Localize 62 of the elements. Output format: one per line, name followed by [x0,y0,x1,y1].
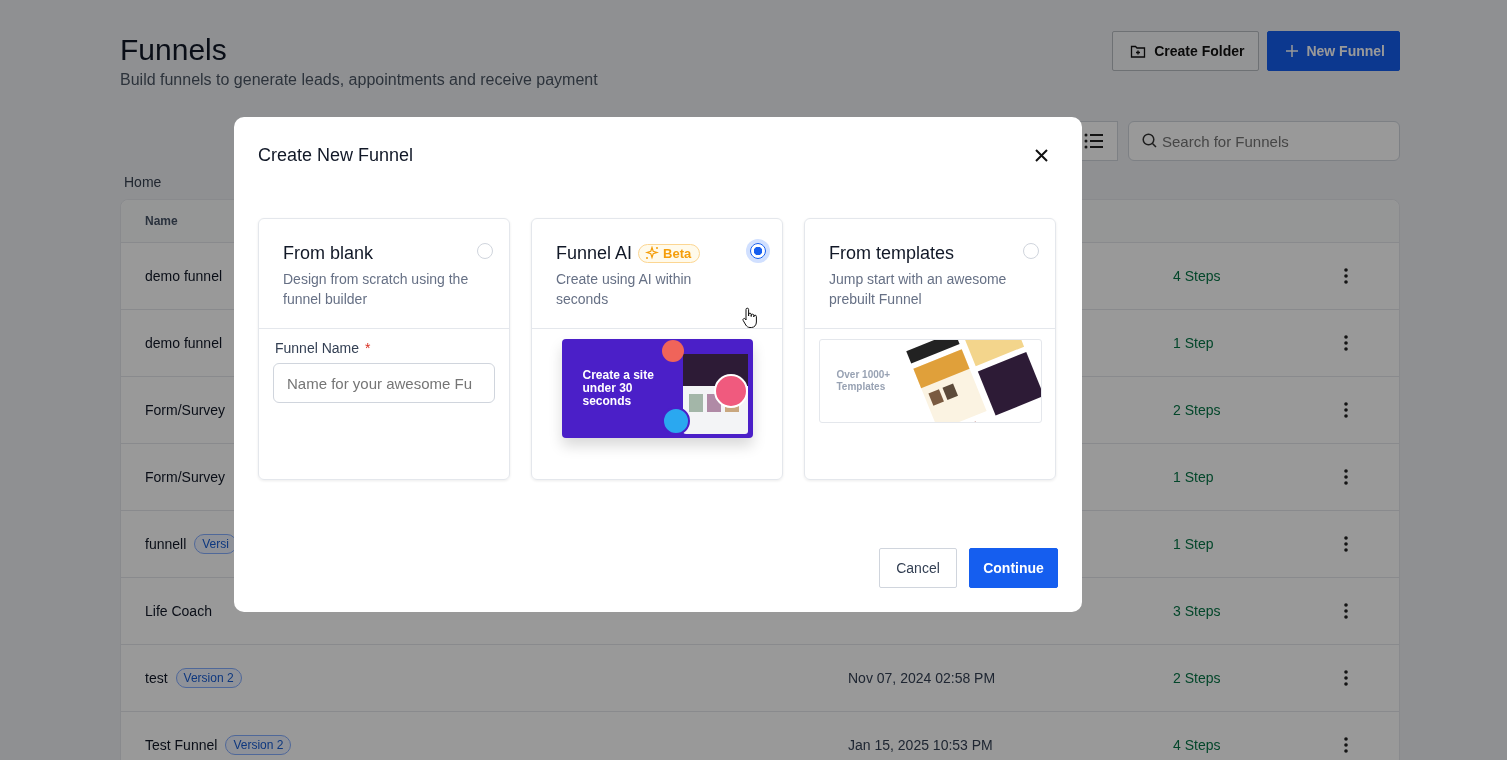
option-title: From blank [283,242,374,264]
version-badge: Version 2 [175,668,242,688]
templates-banner: Over 1000+ Templates [818,339,1042,423]
funnel-name[interactable]: Form/Survey [145,402,226,418]
page-title: Funnels [120,32,228,68]
step-count: 4 Steps [1173,268,1221,284]
funnel-name[interactable]: test [145,670,168,686]
more-icon[interactable] [1344,737,1348,753]
page-subtitle: Build funnels to generate leads, appointments and receive payment [120,71,598,89]
step-count: 4 Steps [1173,737,1221,753]
radio-button[interactable] [750,243,766,259]
list-icon [1084,133,1104,149]
close-icon[interactable] [1035,148,1048,162]
step-count: 2 Steps [1173,670,1221,686]
new-funnel-button[interactable]: New Funnel [1267,31,1400,71]
option-description: Create using AI within seconds [556,270,693,309]
plus-icon [1286,45,1299,57]
step-count: 1 Step [1173,469,1214,485]
funnel-name[interactable]: demo funnel [145,268,223,284]
breadcrumb[interactable]: Home [124,174,162,190]
folder-plus-icon [1130,43,1147,59]
more-icon[interactable] [1344,335,1348,351]
hand-cursor-icon [742,307,758,329]
dialog-title: Create New Funnel [258,144,414,166]
search-icon [1142,133,1157,148]
step-count: 1 Step [1173,536,1214,552]
option-description: Design from scratch using the funnel builder [283,270,470,309]
more-icon[interactable] [1344,603,1348,619]
option-card[interactable]: Funnel AI Beta Create using AI within seconds Create a site under 30 seconds [531,218,783,480]
search-field[interactable]: Search for Funnels [1128,121,1400,161]
more-icon[interactable] [1344,268,1348,284]
option-title: From templates [829,242,955,264]
funnel-name[interactable]: Life Coach [145,603,212,619]
funnel-name[interactable]: Form/Survey [145,469,226,485]
step-count: 3 Steps [1173,603,1221,619]
version-badge: Version 2 [225,735,292,755]
more-icon[interactable] [1344,469,1348,485]
version-badge: Versi [194,534,237,554]
field-label: Funnel Name [275,340,360,356]
more-icon[interactable] [1344,670,1348,686]
required-mark: * [365,340,371,356]
option-title: Funnel AI [556,242,633,264]
funnel-name-input[interactable]: Name for your awesome Fu [273,363,495,403]
more-icon[interactable] [1344,402,1348,418]
step-count: 1 Step [1173,335,1214,351]
funnel-name[interactable]: demo funnel [145,335,223,351]
more-icon[interactable] [1344,536,1348,552]
option-card[interactable]: From blank Design from scratch using the funnel builder Funnel Name * Name for your awesome Fu [258,218,510,480]
promo-banner: Create a site under 30 seconds [561,339,753,438]
continue-button[interactable]: Continue [969,548,1058,588]
updated-date: Nov 07, 2024 02:58 PM [848,670,996,686]
option-description: Jump start with an awesome prebuilt Funnel [829,270,1008,309]
beta-badge: Beta [638,243,701,263]
updated-date: Jan 15, 2025 10:53 PM [848,737,993,753]
create-folder-button[interactable]: Create Folder [1112,31,1260,71]
option-card[interactable]: From templates Jump start with an awesome prebuilt Funnel Over 1000+ Templates [804,218,1056,480]
step-count: 2 Steps [1173,402,1221,418]
funnel-name[interactable]: funnell [145,536,187,552]
column-header: Name [145,214,178,228]
cancel-button[interactable]: Cancel [879,548,957,588]
sparkle-icon [645,246,660,260]
funnel-name[interactable]: Test Funnel [145,737,218,753]
